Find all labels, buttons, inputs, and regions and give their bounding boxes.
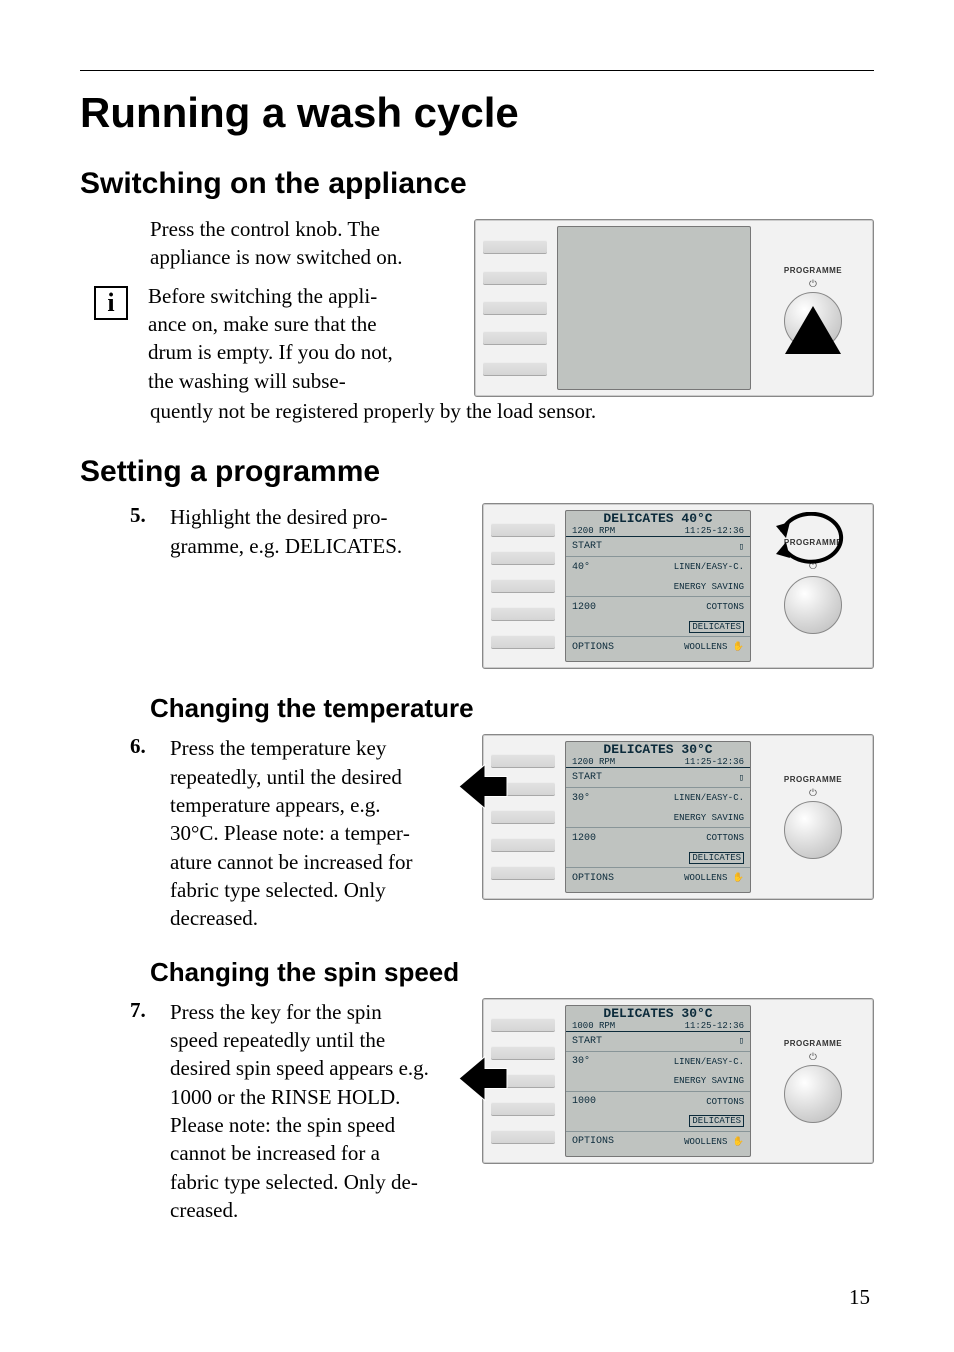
display-screen: DELICATES 40°C 1200 RPM 11:25-12:36 STAR… xyxy=(565,510,751,662)
control-knob xyxy=(784,576,842,634)
screen-value: LINEN/EASY-C. xyxy=(674,562,744,572)
screen-label: 1000 xyxy=(572,1096,596,1107)
screen-value: WOOLLENS xyxy=(684,873,727,883)
top-rule xyxy=(80,70,874,71)
step-number: 5. xyxy=(130,503,154,528)
load-icon: ▯ xyxy=(739,542,744,552)
screen-title: DELICATES 40°C xyxy=(566,511,750,526)
control-panel-illustration-4: DELICATES 30°C 1000 RPM 11:25-12:36 STAR… xyxy=(482,998,874,1164)
section-heading-changing-temperature: Changing the temperature xyxy=(150,693,874,724)
panel-key xyxy=(491,810,555,824)
display-screen: DELICATES 30°C 1000 RPM 11:25-12:36 STAR… xyxy=(565,1005,751,1157)
handwash-icon: ✋ xyxy=(733,1137,744,1147)
section-heading-setting-programme: Setting a programme xyxy=(80,455,874,489)
page-title: Running a wash cycle xyxy=(80,89,874,137)
panel-key xyxy=(483,271,547,285)
control-panel-illustration-1: PROGRAMME ⏻ xyxy=(474,219,874,397)
knob-label: PROGRAMME xyxy=(784,1039,842,1048)
panel-key xyxy=(483,240,547,254)
screen-value: COTTONS xyxy=(706,602,744,612)
screen-label: 40° xyxy=(572,562,590,573)
step-text: Press the temperature key repeatedly, un… xyxy=(170,734,430,932)
panel-key xyxy=(491,523,555,537)
knob-label: PROGRAMME xyxy=(784,775,842,784)
rotate-arrow-icon xyxy=(770,512,856,573)
para-press-knob: Press the control knob. The appliance is… xyxy=(150,215,430,272)
panel-key xyxy=(483,301,547,315)
screen-value: ENERGY SAVING xyxy=(674,813,744,823)
panel-key xyxy=(483,331,547,345)
panel-key xyxy=(491,551,555,565)
screen-selected: DELICATES xyxy=(689,621,744,633)
screen-label: OPTIONS xyxy=(572,642,614,653)
panel-key xyxy=(491,1102,555,1116)
screen-label: START xyxy=(572,772,602,783)
power-icon: ⏻ xyxy=(809,279,817,290)
screen-time: 11:25-12:36 xyxy=(685,526,744,536)
display-screen: DELICATES 30°C 1200 RPM 11:25-12:36 STAR… xyxy=(565,741,751,893)
panel-key xyxy=(491,635,555,649)
screen-selected: DELICATES xyxy=(689,852,744,864)
power-icon: ⏻ xyxy=(809,788,817,799)
screen-label: 30° xyxy=(572,793,590,804)
screen-label: OPTIONS xyxy=(572,873,614,884)
load-icon: ▯ xyxy=(739,1036,744,1046)
panel-key xyxy=(491,1018,555,1032)
power-icon: ⏻ xyxy=(809,1052,817,1063)
screen-title: DELICATES 30°C xyxy=(566,1006,750,1021)
screen-value: LINEN/EASY-C. xyxy=(674,793,744,803)
panel-key-temperature xyxy=(491,782,555,796)
screen-label: START xyxy=(572,541,602,552)
section-heading-changing-spin-speed: Changing the spin speed xyxy=(150,957,874,988)
step-number: 7. xyxy=(130,998,154,1023)
screen-value: LINEN/EASY-C. xyxy=(674,1057,744,1067)
page-number: 15 xyxy=(849,1285,870,1310)
arrow-press-up-icon xyxy=(785,306,841,354)
screen-time: 11:25-12:36 xyxy=(685,757,744,767)
screen-label: 1200 xyxy=(572,833,596,844)
para-drum-empty: Before switching the appli­ance on, make… xyxy=(148,282,408,395)
screen-label: OPTIONS xyxy=(572,1136,614,1147)
handwash-icon: ✋ xyxy=(733,873,744,883)
screen-value: WOOLLENS xyxy=(684,642,727,652)
screen-value: WOOLLENS xyxy=(684,1137,727,1147)
panel-key xyxy=(483,362,547,376)
control-panel-illustration-2: DELICATES 40°C 1200 RPM 11:25-12:36 STAR… xyxy=(482,503,874,669)
screen-rpm: 1200 RPM xyxy=(572,757,615,767)
knob-label: PROGRAMME xyxy=(784,266,842,275)
screen-title: DELICATES 30°C xyxy=(566,742,750,757)
screen-value: ENERGY SAVING xyxy=(674,1076,744,1086)
load-icon: ▯ xyxy=(739,773,744,783)
panel-key xyxy=(491,1130,555,1144)
screen-rpm: 1200 RPM xyxy=(572,526,615,536)
step-text: Press the key for the spin speed repeate… xyxy=(170,998,430,1225)
step-number: 6. xyxy=(130,734,154,759)
screen-value: COTTONS xyxy=(706,833,744,843)
screen-label: 1200 xyxy=(572,602,596,613)
screen-time: 11:25-12:36 xyxy=(685,1021,744,1031)
display-screen-blank xyxy=(557,226,751,390)
section-heading-switching-on: Switching on the appliance xyxy=(80,167,874,201)
panel-key xyxy=(491,838,555,852)
screen-label: 30° xyxy=(572,1056,590,1067)
panel-key-spin-speed xyxy=(491,1074,555,1088)
screen-selected: DELICATES xyxy=(689,1115,744,1127)
screen-rpm: 1000 RPM xyxy=(572,1021,615,1031)
panel-key xyxy=(491,866,555,880)
info-icon: i xyxy=(94,286,128,320)
control-knob xyxy=(784,1065,842,1123)
screen-label: START xyxy=(572,1036,602,1047)
para-drum-empty-cont: quently not be registered properly by th… xyxy=(150,397,874,425)
step-text: Highlight the desired pro­gramme, e.g. D… xyxy=(170,503,430,560)
screen-value: COTTONS xyxy=(706,1097,744,1107)
control-knob xyxy=(784,801,842,859)
panel-key xyxy=(491,579,555,593)
screen-value: ENERGY SAVING xyxy=(674,582,744,592)
panel-key xyxy=(491,607,555,621)
handwash-icon: ✋ xyxy=(733,642,744,652)
control-panel-illustration-3: DELICATES 30°C 1200 RPM 11:25-12:36 STAR… xyxy=(482,734,874,900)
